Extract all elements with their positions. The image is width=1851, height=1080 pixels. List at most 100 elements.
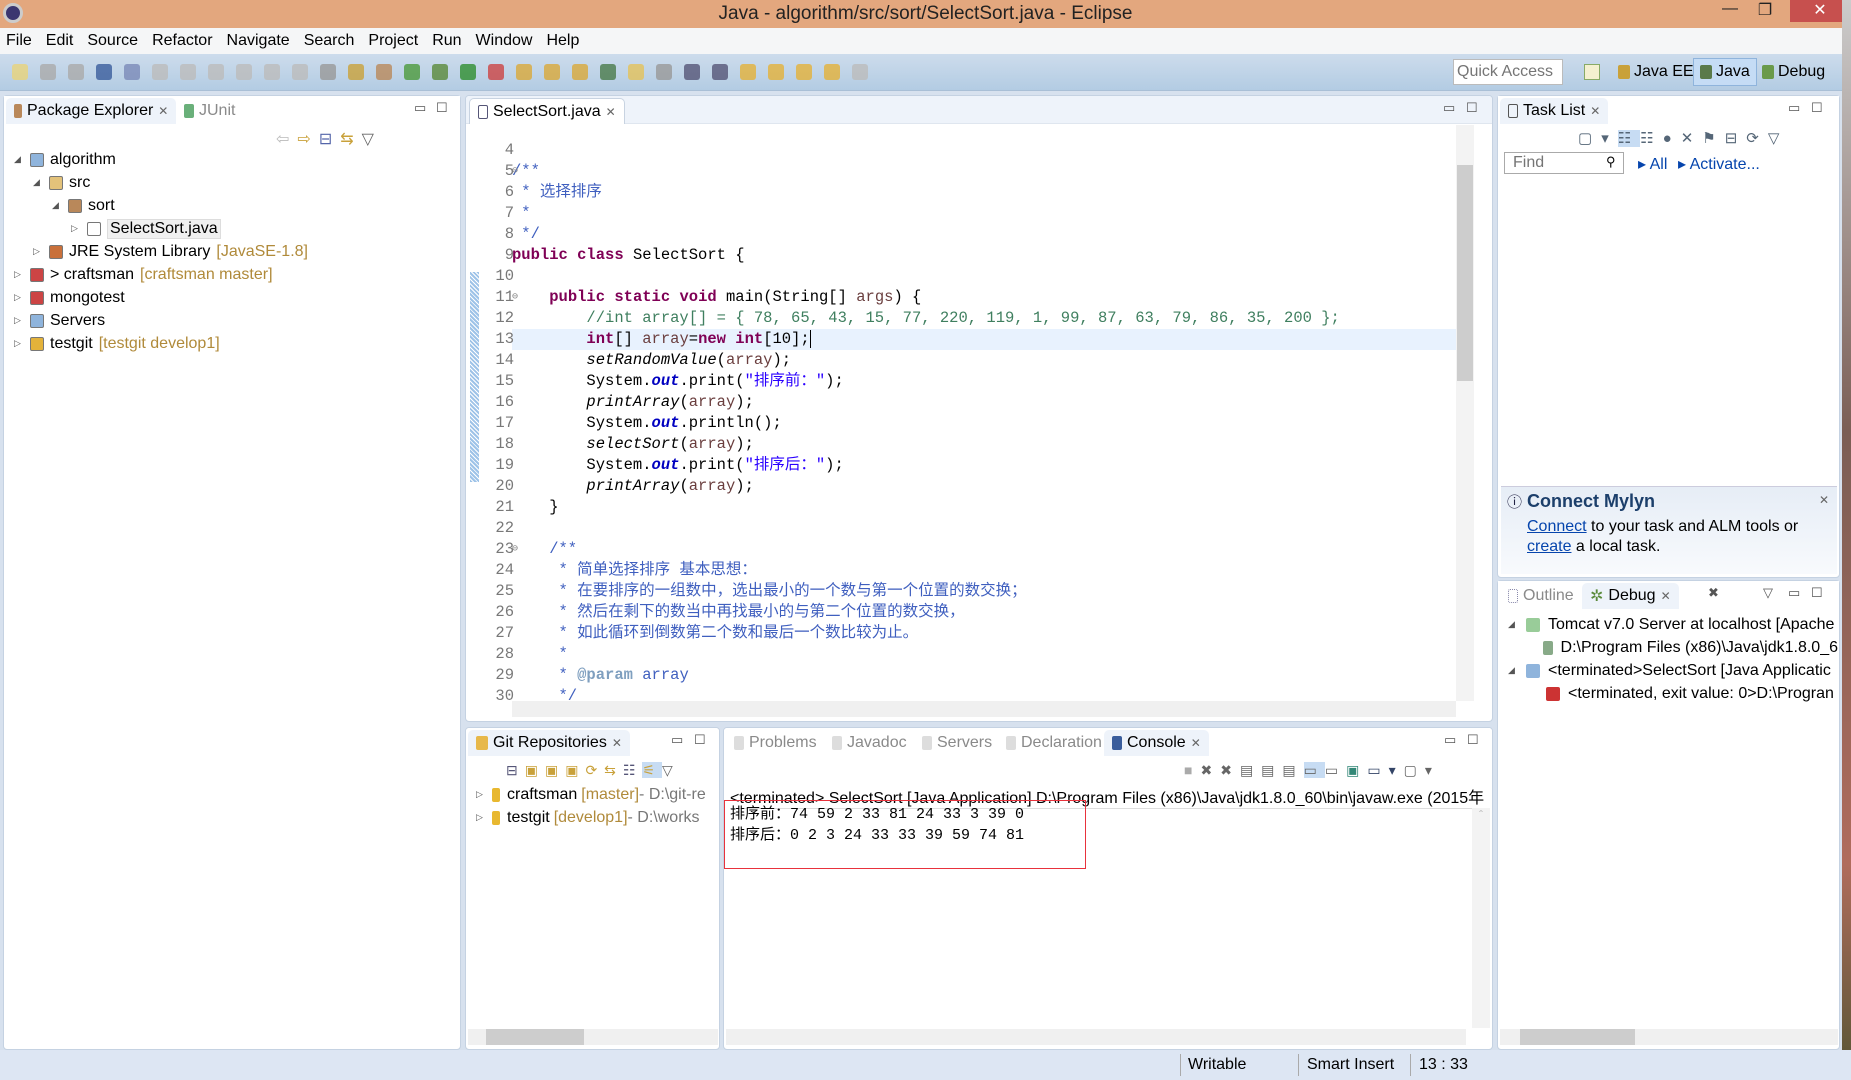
scroll-thumb[interactable] — [1457, 165, 1473, 381]
restore-button[interactable]: ❐ — [1745, 0, 1785, 22]
menu-refactor[interactable]: Refactor — [152, 32, 212, 50]
tab-servers[interactable]: Servers — [914, 730, 1000, 756]
view-menu-icon[interactable]: ▽ — [1763, 585, 1773, 601]
mylyn-close-icon[interactable]: ✕ — [1819, 493, 1829, 507]
create-repo-icon[interactable]: ▣ — [565, 762, 585, 778]
pin-console-icon[interactable]: ▣ — [1346, 762, 1367, 778]
activate-link[interactable]: ▸ Activate... — [1678, 154, 1760, 174]
tree-item[interactable]: ▷ Servers — [14, 309, 308, 332]
clone-repo-icon[interactable]: ▣ — [545, 762, 565, 778]
close-tab-icon[interactable]: ✕ — [612, 736, 622, 750]
categorized-icon[interactable]: ☷ — [1617, 130, 1641, 147]
tree-item[interactable]: ▷ SelectSort.java — [14, 217, 308, 240]
toolbar-button-icon[interactable] — [852, 64, 868, 80]
tree-item[interactable]: ▷ JRE System Library [JavaSE-1.8] — [14, 240, 308, 263]
expanded-icon[interactable]: ◢ — [33, 177, 45, 188]
hierarchy-icon[interactable]: ☷ — [623, 762, 643, 778]
horizontal-scrollbar[interactable] — [1500, 1029, 1838, 1045]
toolbar-button-icon[interactable] — [572, 64, 588, 80]
dropdown-icon[interactable]: ▾ — [1601, 130, 1618, 147]
toolbar-button-icon[interactable] — [376, 64, 392, 80]
maximize-view-icon[interactable]: ☐ — [1466, 100, 1478, 116]
toolbar-button-icon[interactable] — [320, 64, 336, 80]
collapsed-icon[interactable]: ▷ — [14, 338, 26, 349]
toolbar-button-icon[interactable] — [40, 64, 56, 80]
collapsed-icon[interactable]: ▷ — [476, 812, 488, 823]
minimize-button[interactable]: — — [1710, 0, 1750, 22]
quick-access-input[interactable] — [1453, 59, 1563, 85]
code-area[interactable]: 4 5 ⊖/** 6 * 选择排序 7 * 8 */9 public class Selec… — [495, 140, 1472, 707]
view-menu-icon[interactable]: ▽ — [362, 131, 382, 148]
tab-debug[interactable]: ✲ Debug ✕ — [1582, 583, 1679, 609]
minimize-view-icon[interactable]: ▭ — [414, 100, 426, 116]
back-icon[interactable]: ⇦ — [276, 131, 297, 148]
toolbar-button-icon[interactable] — [96, 64, 112, 80]
menu-navigate[interactable]: Navigate — [227, 32, 290, 50]
toolbar-button-icon[interactable] — [796, 64, 812, 80]
menu-file[interactable]: File — [6, 32, 32, 50]
tab-git-repositories[interactable]: Git Repositories ✕ — [468, 730, 630, 756]
connect-link[interactable]: Connect — [1527, 518, 1587, 535]
tab-selectsort-java[interactable]: SelectSort.java ✕ — [469, 98, 625, 124]
toolbar-button-icon[interactable] — [460, 64, 476, 80]
link-icon[interactable]: ⇆ — [604, 762, 623, 778]
horizontal-scrollbar[interactable] — [468, 1029, 718, 1045]
filter-icon[interactable]: ⚟ — [642, 762, 663, 778]
git-repo-item[interactable]: ▷ testgit [develop1] - D:\works — [476, 806, 706, 829]
debug-tree-item[interactable]: ◢ Tomcat v7.0 Server at localhost [Apache — [1508, 613, 1838, 636]
toolbar-button-icon[interactable] — [656, 64, 672, 80]
vertical-scrollbar[interactable]: ˆ — [1472, 808, 1490, 1028]
remove-terminated-icon[interactable]: ✖ — [1708, 585, 1719, 601]
toolbar-button-icon[interactable] — [516, 64, 532, 80]
tree-item[interactable]: ▷ mongotest — [14, 286, 308, 309]
expanded-icon[interactable]: ◢ — [52, 200, 64, 211]
menu-window[interactable]: Window — [476, 32, 533, 50]
menu-help[interactable]: Help — [546, 32, 579, 50]
fold-icon[interactable]: ⊖ — [512, 539, 518, 560]
tab-problems[interactable]: Problems — [726, 730, 825, 756]
debug-tree-item[interactable]: ◢ <terminated>SelectSort [Java Applicatic — [1508, 659, 1838, 682]
collapsed-icon[interactable]: ▷ — [14, 269, 26, 280]
tree-item[interactable]: ◢ algorithm — [14, 148, 308, 171]
focus-icon[interactable]: ⚑ — [1702, 130, 1724, 147]
forward-icon[interactable]: ⇨ — [297, 131, 318, 148]
tab-javadoc[interactable]: Javadoc — [824, 730, 915, 756]
toolbar-button-icon[interactable] — [824, 64, 840, 80]
collapse-all-icon[interactable]: ⊟ — [319, 131, 340, 148]
menu-project[interactable]: Project — [368, 32, 418, 50]
close-tab-icon[interactable]: ✕ — [1661, 589, 1671, 603]
horizontal-scrollbar[interactable] — [726, 1029, 1466, 1045]
terminate-icon[interactable]: ■ — [1184, 762, 1200, 778]
tab-task-list[interactable]: Task List ✕ — [1500, 98, 1609, 124]
toolbar-button-icon[interactable] — [152, 64, 168, 80]
debug-tree-item[interactable]: D:\Program Files (x86)\Java\jdk1.8.0_6 — [1508, 636, 1838, 659]
collapsed-icon[interactable]: ▷ — [71, 223, 83, 234]
tree-item[interactable]: ▷ > craftsman [craftsman master] — [14, 263, 308, 286]
collapsed-icon[interactable]: ▷ — [14, 292, 26, 303]
collapsed-icon[interactable]: ▷ — [14, 315, 26, 326]
close-tab-icon[interactable]: ✕ — [158, 104, 168, 118]
menu-run[interactable]: Run — [432, 32, 461, 50]
toolbar-button-icon[interactable] — [180, 64, 196, 80]
remove-launch-icon[interactable]: ✖ — [1200, 762, 1220, 778]
collapsed-icon[interactable]: ▷ — [476, 789, 488, 800]
toolbar-button-icon[interactable] — [264, 64, 280, 80]
tab-package-explorer[interactable]: Package Explorer ✕ — [6, 98, 177, 124]
maximize-view-icon[interactable]: ☐ — [1811, 585, 1823, 601]
remove-all-icon[interactable]: ✖ — [1220, 762, 1240, 778]
perspective-java[interactable]: Java — [1693, 58, 1757, 86]
toolbar-button-icon[interactable] — [236, 64, 252, 80]
maximize-view-icon[interactable]: ☐ — [1811, 100, 1823, 116]
tab-junit[interactable]: JUnit — [176, 98, 243, 124]
maximize-view-icon[interactable]: ☐ — [1467, 732, 1479, 748]
collapse-icon[interactable]: ⊟ — [1725, 130, 1747, 147]
view-menu-icon[interactable]: ▽ — [1768, 130, 1789, 147]
toolbar-button-icon[interactable] — [740, 64, 756, 80]
minimize-view-icon[interactable]: ▭ — [1444, 732, 1456, 748]
open-console-icon[interactable]: ▢▾ — [1404, 762, 1440, 778]
scheduled-icon[interactable]: ☷ — [1640, 130, 1662, 147]
toolbar-button-icon[interactable] — [208, 64, 224, 80]
show-on-stdout-icon[interactable]: ▭ — [1303, 762, 1325, 778]
filter-all-link[interactable]: ▸ All — [1638, 154, 1667, 174]
refresh-icon[interactable]: ⟳ — [585, 762, 604, 778]
